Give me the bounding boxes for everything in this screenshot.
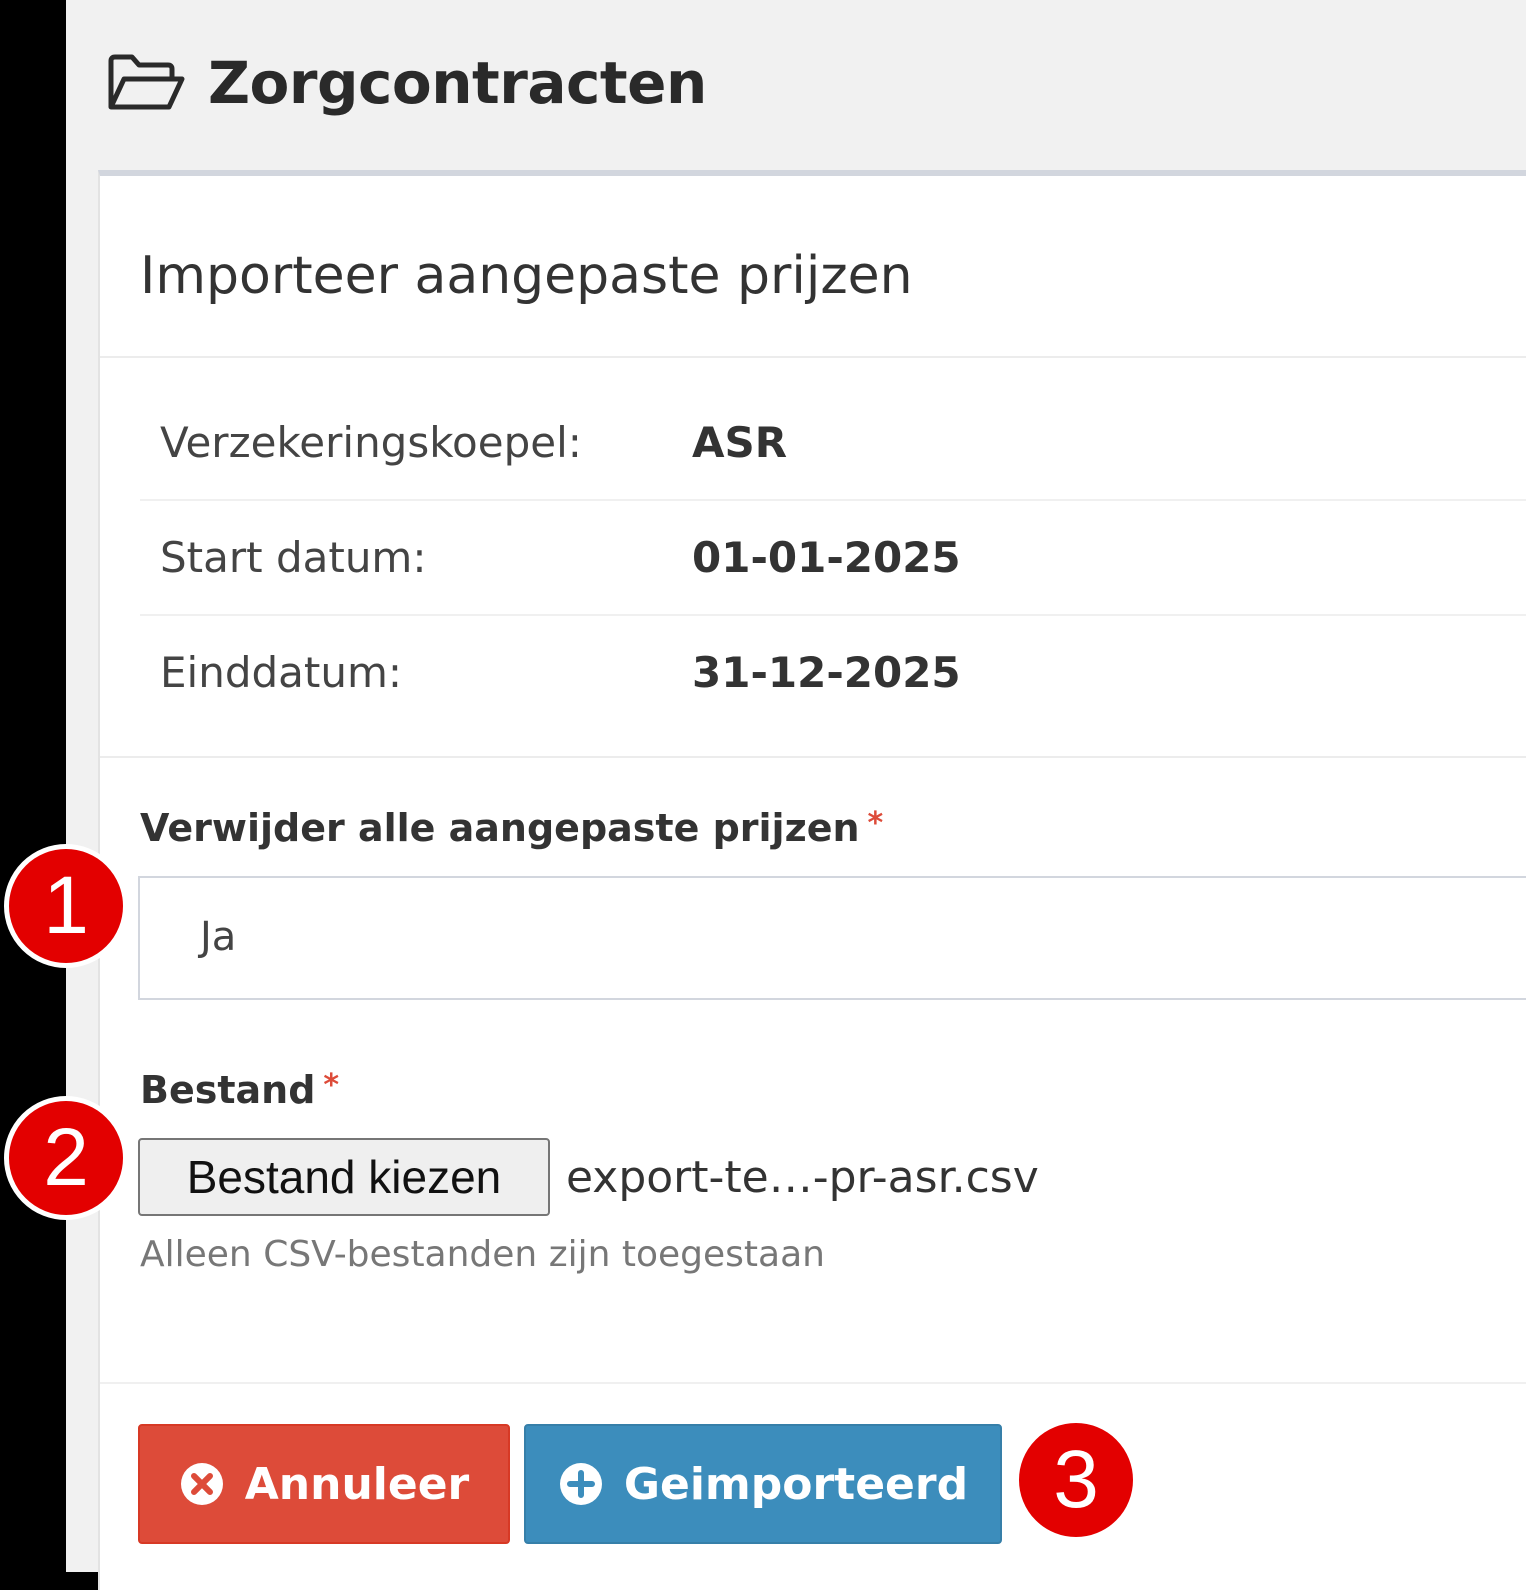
callout-badge-1: 1 bbox=[4, 844, 128, 968]
choose-file-button[interactable]: Bestand kiezen bbox=[138, 1138, 550, 1216]
info-value: 31-12-2025 bbox=[692, 648, 961, 697]
required-mark: * bbox=[323, 1068, 340, 1103]
delete-prices-select[interactable]: Ja bbox=[138, 876, 1526, 1000]
folder-open-icon bbox=[108, 54, 185, 110]
delete-prices-selected-value: Ja bbox=[200, 914, 237, 960]
import-button[interactable]: Geimporteerd bbox=[524, 1424, 1002, 1544]
app-screen: Zorgcontracten Importeer aangepaste prij… bbox=[66, 0, 1526, 1590]
delete-prices-label: Verwijder alle aangepaste prijzen * bbox=[140, 806, 883, 850]
selected-file-name: export-te…-pr-asr.csv bbox=[566, 1151, 1039, 1203]
info-row-start-date: Start datum: 01-01-2025 bbox=[140, 501, 1526, 616]
page-header: Zorgcontracten bbox=[106, 38, 707, 128]
info-value: 01-01-2025 bbox=[692, 533, 961, 582]
times-circle-icon bbox=[180, 1463, 223, 1505]
info-label: Verzekeringskoepel: bbox=[160, 418, 582, 467]
file-label-text: Bestand bbox=[140, 1068, 316, 1112]
callout-badge-3: 3 bbox=[1014, 1418, 1138, 1542]
page-title: Zorgcontracten bbox=[208, 49, 707, 117]
section-divider bbox=[100, 756, 1526, 758]
required-mark: * bbox=[867, 806, 884, 841]
cancel-button[interactable]: Annuleer bbox=[138, 1424, 510, 1544]
file-help-text: Alleen CSV-bestanden zijn toegestaan bbox=[140, 1234, 825, 1275]
card-header: Importeer aangepaste prijzen bbox=[100, 176, 1526, 358]
delete-prices-label-text: Verwijder alle aangepaste prijzen bbox=[140, 806, 860, 850]
footer-divider bbox=[100, 1382, 1526, 1384]
info-label: Einddatum: bbox=[160, 648, 403, 697]
file-label: Bestand * bbox=[140, 1068, 339, 1112]
info-row-end-date: Einddatum: 31-12-2025 bbox=[140, 616, 1526, 729]
cancel-button-label: Annuleer bbox=[244, 1458, 470, 1510]
file-input: Bestand kiezen export-te…-pr-asr.csv bbox=[138, 1138, 1039, 1216]
card-title: Importeer aangepaste prijzen bbox=[140, 246, 913, 306]
plus-circle-icon bbox=[559, 1463, 602, 1505]
info-label: Start datum: bbox=[160, 533, 427, 582]
info-row-insurer: Verzekeringskoepel: ASR bbox=[140, 386, 1526, 501]
contract-info-table: Verzekeringskoepel: ASR Start datum: 01-… bbox=[140, 386, 1526, 729]
import-button-label: Geimporteerd bbox=[623, 1458, 969, 1510]
callout-badge-2: 2 bbox=[4, 1096, 128, 1220]
import-card: Importeer aangepaste prijzen Verzekering… bbox=[98, 170, 1526, 1590]
info-value: ASR bbox=[692, 418, 788, 467]
